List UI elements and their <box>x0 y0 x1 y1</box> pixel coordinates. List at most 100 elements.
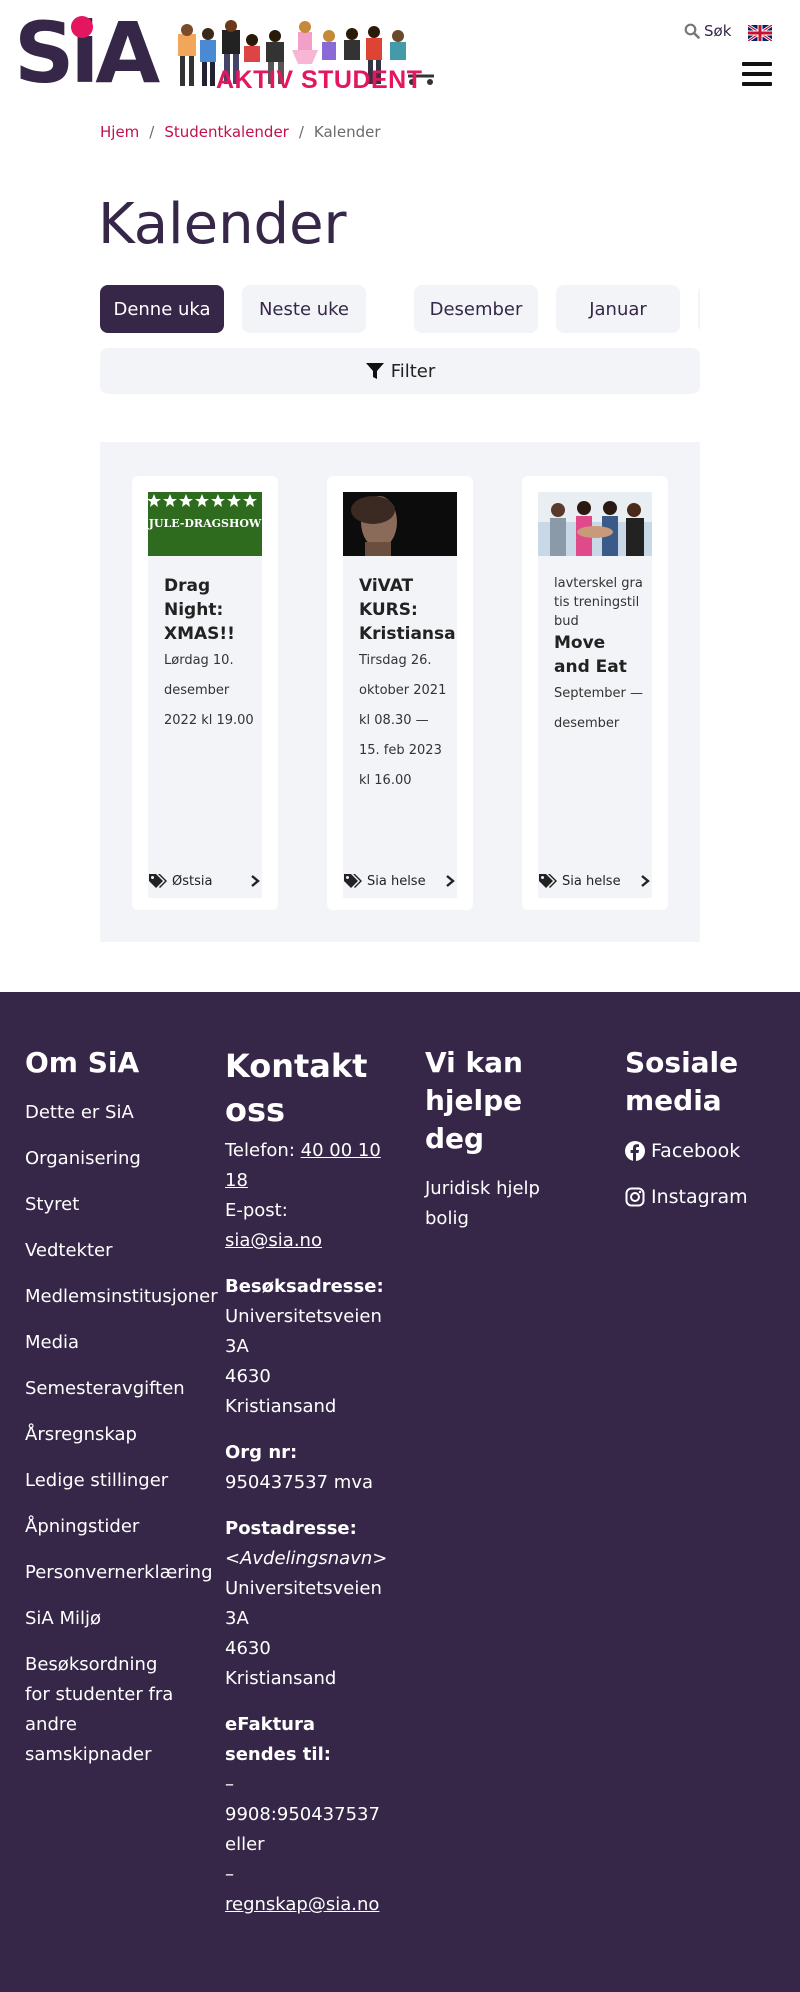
footer-sosiale-media: Sosiale media Facebook Instagram <box>625 1044 785 1228</box>
footer-hjelp: Vi kan hjelpe deg Juridisk hjelp bolig <box>425 1044 585 1250</box>
footer-heading: Kontakt oss <box>225 1047 368 1129</box>
footer-link-juridisk-hjelp[interactable]: Juridisk hjelp bolig <box>425 1174 585 1234</box>
event-card[interactable]: lavterskel gratis treningstilbud Move an… <box>522 476 668 910</box>
tab-more[interactable] <box>698 285 700 333</box>
breadcrumb-home-link[interactable]: Hjem <box>100 123 139 141</box>
event-date: September — desember <box>554 686 643 731</box>
group-image <box>538 492 652 556</box>
event-image <box>343 492 457 556</box>
event-subtitle: lavterskel gratis treningstilbud <box>554 576 643 629</box>
logo-dot <box>71 16 93 38</box>
event-image: JULE-DRAGSHOW <box>148 492 262 556</box>
menu-icon[interactable] <box>742 62 772 90</box>
search-label: Søk <box>704 22 732 40</box>
facebook-label: Facebook <box>651 1140 741 1162</box>
event-category: Østsia <box>172 873 213 889</box>
event-category: Sia helse <box>562 873 621 889</box>
facebook-link[interactable]: Facebook <box>625 1136 785 1166</box>
facebook-icon <box>625 1141 645 1161</box>
event-card-body: ViVAT KURS: Kristiansand Tirsdag 26. okt… <box>359 574 457 796</box>
sia-logo[interactable]: SiA <box>14 10 166 96</box>
footer-link-semesteravgiften[interactable]: Semesteravgiften <box>25 1374 225 1404</box>
page-title: Kalender <box>98 192 347 257</box>
footer-kontakt: Kontakt oss Telefon: 40 00 10 18 E-post:… <box>225 1044 388 1920</box>
footer-link-dette-er-sia[interactable]: Dette er SiA <box>25 1098 225 1128</box>
event-card-body: Drag Night: XMAS!! Lørdag 10. desember 2… <box>164 574 256 736</box>
event-card-footer: Sia helse <box>343 864 457 898</box>
footer-phone-label: Telefon: <box>225 1140 295 1161</box>
tab-neste-uke[interactable]: Neste uke <box>242 285 366 333</box>
breadcrumb-separator: / <box>298 123 304 141</box>
aktiv-student-banner[interactable]: AKTIV STUDENT <box>172 20 442 96</box>
footer-visit-label: Besøksadresse: <box>225 1276 384 1297</box>
footer-heading: Sosiale media <box>625 1046 739 1117</box>
footer-link-ledige-stillinger[interactable]: Ledige stillinger <box>25 1466 225 1496</box>
filter-icon <box>365 363 384 379</box>
event-card-content: lavterskel gratis treningstilbud Move an… <box>538 492 652 898</box>
footer-link-organisering[interactable]: Organisering <box>25 1144 225 1174</box>
footer-efaktura-1: – 9908:950437537 <box>225 1774 380 1825</box>
tab-januar[interactable]: Januar <box>556 285 680 333</box>
event-card-footer: Sia helse <box>538 864 652 898</box>
tags-icon <box>539 874 557 888</box>
footer-phone: Telefon: 40 00 10 18 <box>225 1136 385 1196</box>
breadcrumb-separator: / <box>149 123 155 141</box>
english-flag-icon[interactable] <box>748 25 772 41</box>
footer-efaktura-email-link[interactable]: regnskap@sia.no <box>225 1894 379 1915</box>
footer-link-styret[interactable]: Styret <box>25 1190 225 1220</box>
event-category: Sia helse <box>367 873 426 889</box>
footer-link-arsregnskap[interactable]: Årsregnskap <box>25 1420 225 1450</box>
event-title[interactable]: Move and Eat <box>554 631 646 679</box>
event-date: Tirsdag 26. oktober 2021 kl 08.30 — 15. … <box>359 653 447 788</box>
tab-desember[interactable]: Desember <box>414 285 538 333</box>
filter-button[interactable]: Filter <box>100 348 700 394</box>
event-card-content: JULE-DRAGSHOW Drag Night: XMAS!! Lørdag … <box>148 492 262 898</box>
footer-heading: Vi kan hjelpe deg <box>425 1046 523 1155</box>
breadcrumb: Hjem / Studentkalender / Kalender <box>100 123 381 141</box>
period-tabs: Denne uka Neste uke Desember Januar <box>100 284 700 334</box>
event-image-caption: JULE-DRAGSHOW <box>148 517 262 530</box>
event-card[interactable]: JULE-DRAGSHOW Drag Night: XMAS!! Lørdag … <box>132 476 278 910</box>
event-cards-area: JULE-DRAGSHOW Drag Night: XMAS!! Lørdag … <box>100 442 700 942</box>
instagram-label: Instagram <box>651 1186 748 1208</box>
chevron-right-icon[interactable] <box>638 874 652 888</box>
banner-text: AKTIV STUDENT <box>216 66 423 94</box>
chevron-right-icon[interactable] <box>443 874 457 888</box>
footer-link-besoksordning[interactable]: Besøksordning for studenter fra andre sa… <box>25 1650 175 1770</box>
footer-email-link[interactable]: sia@sia.no <box>225 1230 322 1251</box>
breadcrumb-current: Kalender <box>313 123 381 141</box>
footer-link-medlemsinstitusjoner[interactable]: Medlemsinstitusjoner <box>25 1282 225 1312</box>
search-icon <box>684 23 700 39</box>
footer-link-vedtekter[interactable]: Vedtekter <box>25 1236 225 1266</box>
chevron-right-icon[interactable] <box>248 874 262 888</box>
footer-efaktura-or: eller <box>225 1834 265 1855</box>
event-title[interactable]: Drag Night: XMAS!! <box>164 574 256 646</box>
footer-om-sia: Om SiA Dette er SiA Organisering Styret … <box>25 1044 225 1786</box>
instagram-icon <box>625 1187 645 1207</box>
tab-denne-uka[interactable]: Denne uka <box>100 285 224 333</box>
filter-label: Filter <box>390 360 436 382</box>
footer-visit-street: Universitetsveien 3A <box>225 1306 382 1357</box>
site-header: SiA AKTIV STUDENT Søk <box>0 0 800 110</box>
footer-heading: Om SiA <box>25 1046 140 1079</box>
footer-post-label: Postadresse: <box>225 1518 357 1539</box>
footer-post-street: Universitetsveien 3A <box>225 1578 382 1629</box>
footer-post-dept: <Avdelingsnavn> <box>225 1548 388 1569</box>
footer-link-media[interactable]: Media <box>25 1328 225 1358</box>
footer-efaktura-label: eFaktura sendes til: <box>225 1714 331 1765</box>
search-link[interactable]: Søk <box>684 22 731 40</box>
portrait-image <box>343 492 457 556</box>
event-title[interactable]: ViVAT KURS: Kristiansand <box>359 574 457 646</box>
footer-link-apningstider[interactable]: Åpningstider <box>25 1512 225 1542</box>
footer-link-sia-miljo[interactable]: SiA Miljø <box>25 1604 225 1634</box>
footer-link-personvernerklaering[interactable]: Personvernerklæring <box>25 1558 225 1588</box>
breadcrumb-studentkalender-link[interactable]: Studentkalender <box>164 123 288 141</box>
tags-icon <box>149 874 167 888</box>
footer-post-city: 4630 Kristiansand <box>225 1638 337 1689</box>
event-image <box>538 492 652 556</box>
event-card-body: lavterskel gratis treningstilbud Move an… <box>554 574 646 739</box>
footer-org-number: 950437537 mva <box>225 1472 374 1493</box>
instagram-link[interactable]: Instagram <box>625 1182 785 1212</box>
tags-icon <box>344 874 362 888</box>
event-card[interactable]: ViVAT KURS: Kristiansand Tirsdag 26. okt… <box>327 476 473 910</box>
